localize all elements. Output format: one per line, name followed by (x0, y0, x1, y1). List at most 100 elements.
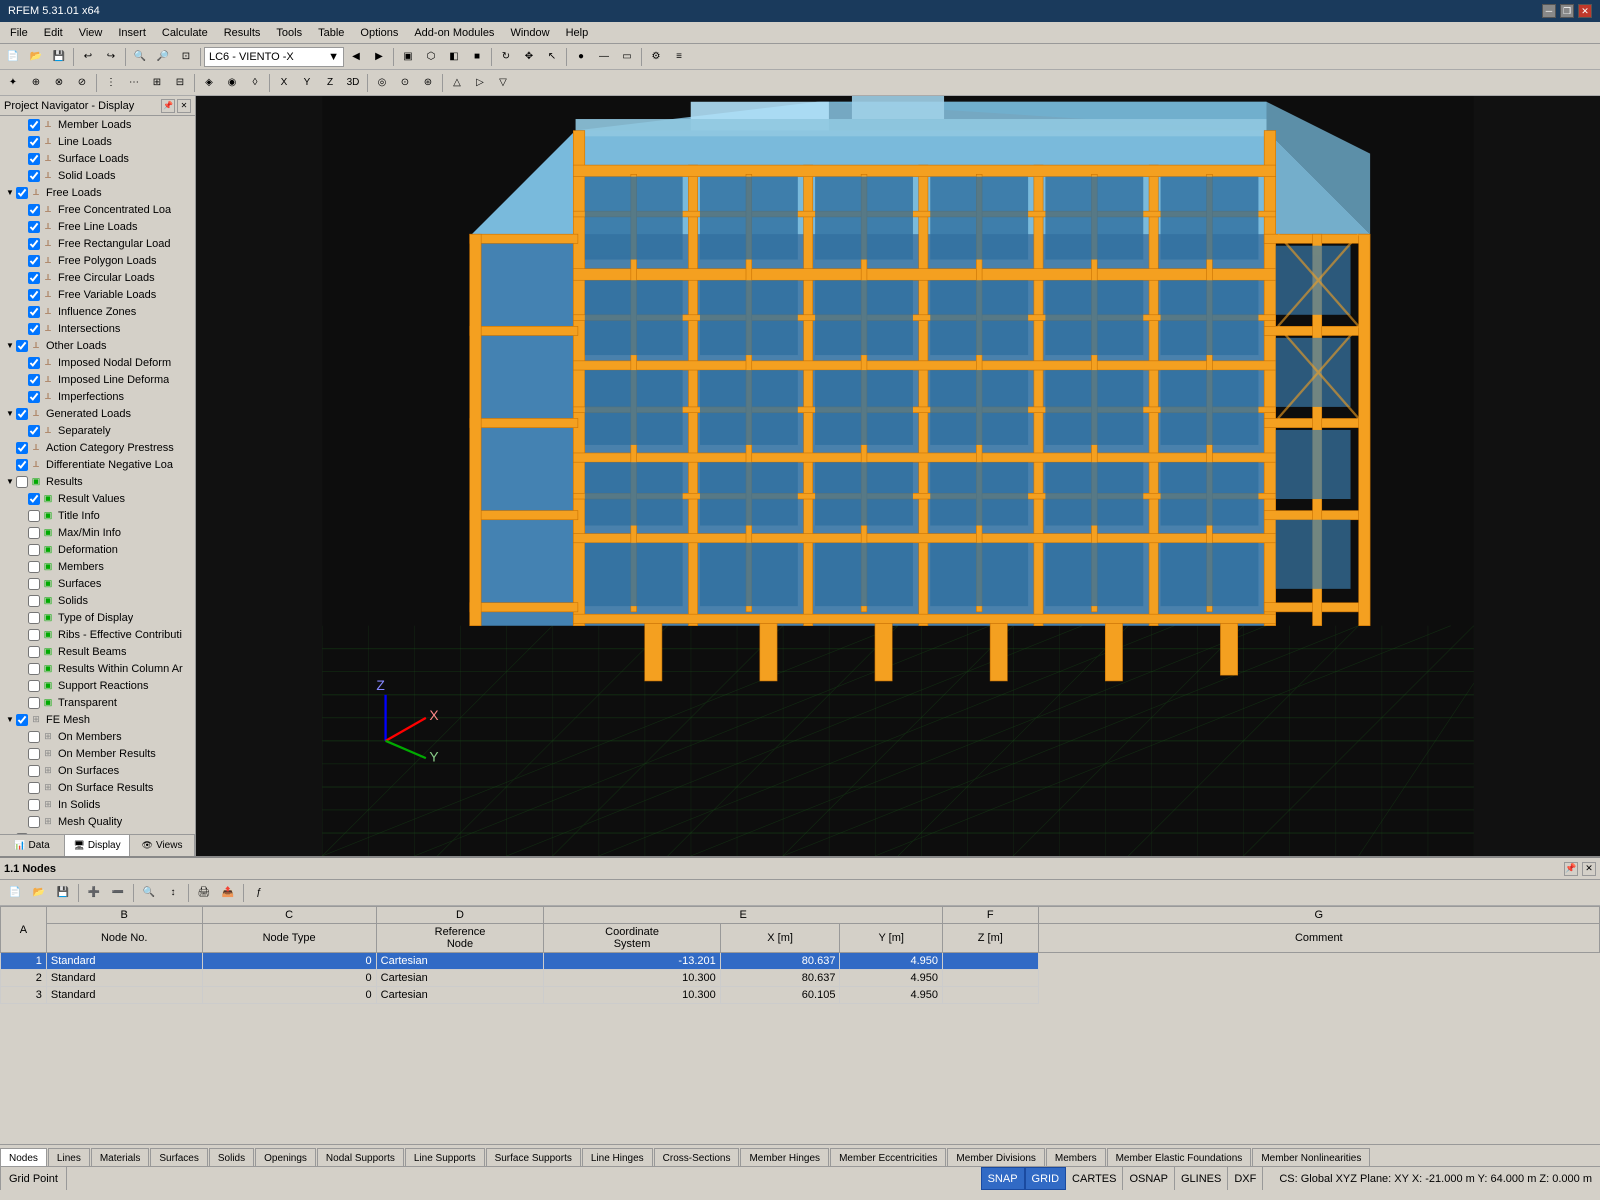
tree-item-intersections[interactable]: ⟂ Intersections (0, 320, 195, 337)
cb-member-loads[interactable] (28, 119, 40, 131)
tb2-view3[interactable]: Z (319, 72, 341, 94)
cb-title-info[interactable] (28, 510, 40, 522)
undo-button[interactable]: ↩ (77, 46, 99, 68)
bottom-tab-surface-supports[interactable]: Surface Supports (486, 1148, 581, 1168)
zoom-in[interactable]: 🔍 (129, 46, 151, 68)
cb-free-loads[interactable] (16, 187, 28, 199)
cb-solid-loads[interactable] (28, 170, 40, 182)
tree-item-ribs[interactable]: ▣ Ribs - Effective Contributi (0, 626, 195, 643)
minimize-button[interactable]: ─ (1542, 4, 1556, 18)
cb-members-res[interactable] (28, 561, 40, 573)
cb-generated[interactable] (16, 408, 28, 420)
wire-btn[interactable]: ⬡ (420, 46, 442, 68)
zoom-out[interactable]: 🔎 (152, 46, 174, 68)
table-add-row[interactable]: ➕ (83, 882, 105, 904)
menu-calculate[interactable]: Calculate (154, 25, 216, 41)
cb-type-display[interactable] (28, 612, 40, 624)
render-btn[interactable]: ▣ (397, 46, 419, 68)
table-save[interactable]: 💾 (52, 882, 74, 904)
cb-result-values[interactable] (28, 493, 40, 505)
cb-free-polygon[interactable] (28, 255, 40, 267)
bottom-tab-nodes[interactable]: Nodes (0, 1148, 47, 1168)
cb-free-conc[interactable] (28, 204, 40, 216)
cb-free-line[interactable] (28, 221, 40, 233)
rotate-btn[interactable]: ↻ (495, 46, 517, 68)
bottom-tab-surfaces[interactable]: Surfaces (150, 1148, 207, 1168)
tree-item-action-cat[interactable]: ⟂ Action Category Prestress (0, 439, 195, 456)
tb2-btn2[interactable]: ⊕ (25, 72, 47, 94)
tree-item-line-loads[interactable]: ⟂ Line Loads (0, 133, 195, 150)
tree-item-free-line[interactable]: ⟂ Free Line Loads (0, 218, 195, 235)
cb-influence[interactable] (28, 306, 40, 318)
tree-item-mesh-quality[interactable]: ⊞ Mesh Quality (0, 813, 195, 830)
more-btn2[interactable]: ≡ (668, 46, 690, 68)
tree-item-solids-res[interactable]: ▣ Solids (0, 592, 195, 609)
bottom-tab-cross-sections[interactable]: Cross-Sections (654, 1148, 740, 1168)
restore-button[interactable]: ❐ (1560, 4, 1574, 18)
cb-fe-mesh[interactable] (16, 714, 28, 726)
cb-results[interactable] (16, 476, 28, 488)
more-btn1[interactable]: ⚙ (645, 46, 667, 68)
cb-imposed-nodal[interactable] (28, 357, 40, 369)
cb-on-surface-results[interactable] (28, 782, 40, 794)
cb-line-loads[interactable] (28, 136, 40, 148)
close-button[interactable]: ✕ (1578, 4, 1592, 18)
panel-tab-display[interactable]: 🖥 Display (65, 835, 130, 856)
tree-item-other-loads[interactable]: ▼ ⟂ Other Loads (0, 337, 195, 354)
tree-item-free-circular[interactable]: ⟂ Free Circular Loads (0, 269, 195, 286)
cb-maxmin[interactable] (28, 527, 40, 539)
tree-item-result-values[interactable]: ▣ Result Values (0, 490, 195, 507)
tree-item-member-loads[interactable]: ⟂ Member Loads (0, 116, 195, 133)
tb2-view2[interactable]: Y (296, 72, 318, 94)
tb2-btn1[interactable]: ✦ (2, 72, 24, 94)
panel-close[interactable]: ✕ (177, 99, 191, 113)
save-button[interactable]: 💾 (48, 46, 70, 68)
status-dxf[interactable]: DXF (1228, 1167, 1263, 1190)
bottom-tab-openings[interactable]: Openings (255, 1148, 316, 1168)
cb-diff-neg[interactable] (16, 459, 28, 471)
cb-mesh-quality[interactable] (28, 816, 40, 828)
menu-file[interactable]: File (2, 25, 36, 41)
tb2-snap2[interactable]: ⊙ (394, 72, 416, 94)
cb-transparent[interactable] (28, 697, 40, 709)
tree-item-influence[interactable]: ⟂ Influence Zones (0, 303, 195, 320)
line-btn[interactable]: — (593, 46, 615, 68)
table-open[interactable]: 📂 (28, 882, 50, 904)
cb-result-beams[interactable] (28, 646, 40, 658)
tree-item-generated[interactable]: ▼ ⟂ Generated Loads (0, 405, 195, 422)
tree-item-in-solids[interactable]: ⊞ In Solids (0, 796, 195, 813)
tb2-misc1[interactable]: △ (446, 72, 468, 94)
bottom-tab-nodal-supports[interactable]: Nodal Supports (317, 1148, 404, 1168)
table-row[interactable]: 3 Standard 0 Cartesian 10.300 60.105 4.9… (1, 987, 1600, 1004)
viewport-3d[interactable]: Z X Y (196, 96, 1600, 856)
zoom-all[interactable]: ⊡ (175, 46, 197, 68)
table-print[interactable]: 🖨 (193, 882, 215, 904)
open-button[interactable]: 📂 (25, 46, 47, 68)
table-filter[interactable]: 🔍 (138, 882, 160, 904)
data-table-container[interactable]: A B C D E F G Node No. Node Type Referen… (0, 906, 1600, 1144)
cb-other-loads[interactable] (16, 340, 28, 352)
select-btn[interactable]: ↖ (541, 46, 563, 68)
panel-tab-views[interactable]: 👁 Views (130, 835, 195, 856)
tree-item-solid-loads[interactable]: ⟂ Solid Loads (0, 167, 195, 184)
tree-item-result-beams[interactable]: ▣ Result Beams (0, 643, 195, 660)
cb-on-members[interactable] (28, 731, 40, 743)
cb-surfaces-res[interactable] (28, 578, 40, 590)
new-button[interactable]: 📄 (2, 46, 24, 68)
next-lc[interactable]: ▶ (368, 46, 390, 68)
tree-item-free-loads[interactable]: ▼ ⟂ Free Loads (0, 184, 195, 201)
tb2-view1[interactable]: X (273, 72, 295, 94)
tree-item-surface-loads[interactable]: ⟂ Surface Loads (0, 150, 195, 167)
tb2-view4[interactable]: 3D (342, 72, 364, 94)
tb2-btn6[interactable]: ⋯ (123, 72, 145, 94)
panel-tab-data[interactable]: 📊 Data (0, 835, 65, 856)
status-glines[interactable]: GLINES (1175, 1167, 1228, 1190)
bottom-tab-member-elastic-foundations[interactable]: Member Elastic Foundations (1107, 1148, 1252, 1168)
table-close[interactable]: ✕ (1582, 862, 1596, 876)
bottom-tab-line-hinges[interactable]: Line Hinges (582, 1148, 653, 1168)
tree-item-free-variable[interactable]: ⟂ Free Variable Loads (0, 286, 195, 303)
cb-on-surfaces[interactable] (28, 765, 40, 777)
tree-item-type-display[interactable]: ▣ Type of Display (0, 609, 195, 626)
pan-btn[interactable]: ✥ (518, 46, 540, 68)
tb2-misc2[interactable]: ▷ (469, 72, 491, 94)
